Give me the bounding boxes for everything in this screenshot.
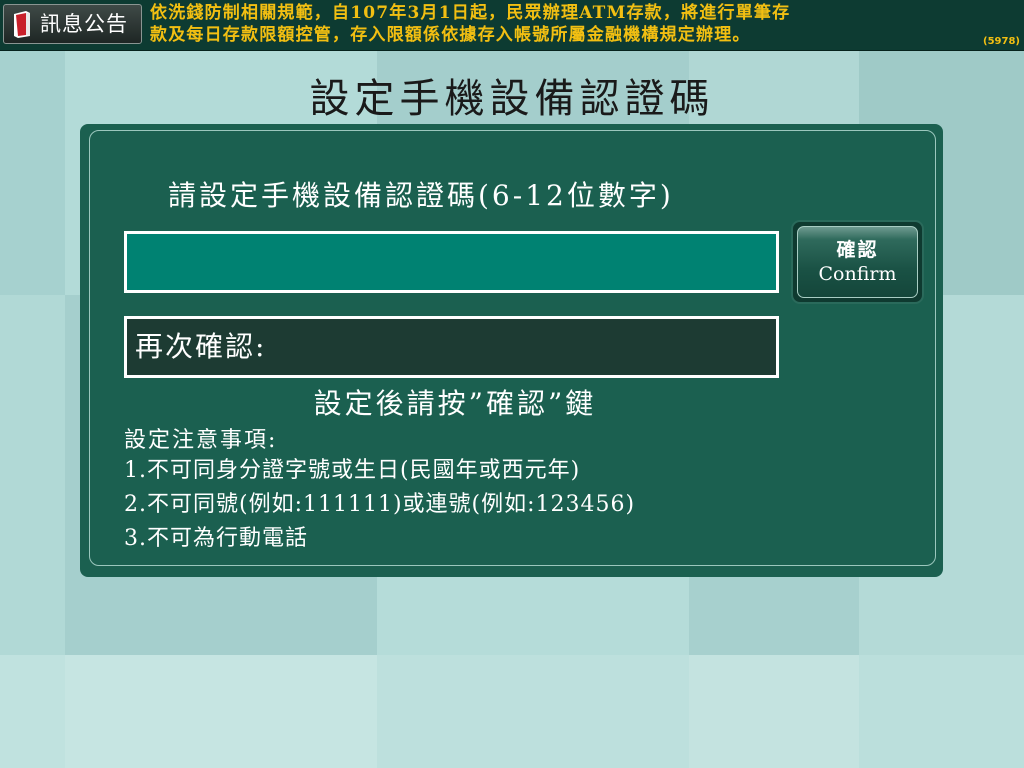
note-item: 1.不可同身分證字號或生日(民國年或西元年) — [124, 458, 581, 483]
note-item: 2.不可同號(例如:111111)或連號(例如:123456) — [124, 492, 636, 517]
confirm-button-face: 確認 Confirm — [797, 226, 918, 298]
announcement-bar: 訊息公告 依洗錢防制相關規範，自107年3月1日起，民眾辦理ATM存款，將進行單… — [0, 0, 1024, 51]
pin-prompt: 請設定手機設備認證碼(6-12位數字) — [168, 179, 674, 212]
notes-title: 設定注意事項: — [124, 428, 278, 453]
confirm-button-label-en: Confirm — [818, 263, 897, 285]
setting-notes: 設定注意事項: 1.不可同身分證字號或生日(民國年或西元年) 2.不可同號(例如… — [124, 428, 635, 556]
announcement-label: 訊息公告 — [40, 12, 128, 36]
confirm-pin-label: 再次確認: — [135, 330, 267, 363]
confirm-button-label-zh: 確認 — [836, 239, 879, 261]
confirm-button[interactable]: 確認 Confirm — [791, 220, 924, 304]
document-icon — [14, 11, 30, 38]
announcement-text: 依洗錢防制相關規範，自107年3月1日起，民眾辦理ATM存款，將進行單筆存 款及… — [150, 2, 970, 46]
screen-code: (5978) — [983, 36, 1020, 47]
announcement-badge: 訊息公告 — [3, 4, 142, 44]
announcement-line-1: 依洗錢防制相關規範，自107年3月1日起，民眾辦理ATM存款，將進行單筆存 — [150, 3, 791, 23]
note-item: 3.不可為行動電話 — [124, 526, 308, 551]
confirm-hint: 設定後請按”確認”鍵 — [313, 387, 597, 420]
pin-input[interactable] — [124, 231, 779, 293]
announcement-line-2: 款及每日存款限額控管，存入限額係依據存入帳號所屬金融機構規定辦理。 — [150, 25, 751, 45]
page-title: 設定手機設備認證碼 — [309, 76, 715, 122]
confirm-pin-field[interactable]: 再次確認: — [124, 316, 779, 378]
